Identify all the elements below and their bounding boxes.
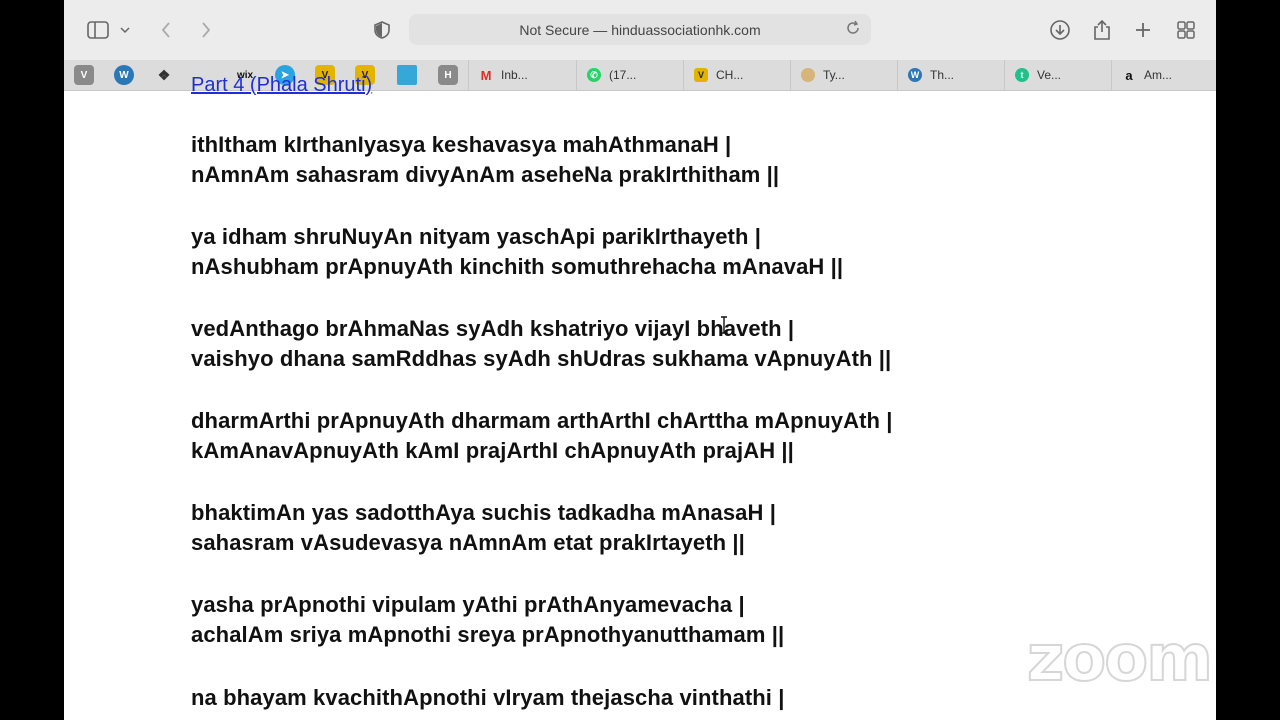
whatsapp-icon: ✆ xyxy=(587,68,601,82)
part-link[interactable]: Part 4 (Phala Shruti) xyxy=(191,74,372,97)
pinned-tab-label: V xyxy=(80,69,88,81)
verse-line: kAmAnavApnuyAth kAmI prajArthI chApnuyAt… xyxy=(191,438,794,463)
back-icon[interactable] xyxy=(154,18,178,42)
shield-icon[interactable] xyxy=(370,18,394,42)
verse-line: sahasram vAsudevasya nAmnAm etat prakIrt… xyxy=(191,530,745,555)
sidebar-icon[interactable] xyxy=(86,18,110,42)
share-icon[interactable] xyxy=(1090,18,1114,42)
verse-line: vedAnthago brAhmaNas syAdh kshatriyo vij… xyxy=(191,316,795,341)
wordpress-icon: W xyxy=(908,68,922,82)
verse-line: nAmnAm sahasram divyAnAm aseheNa prakIrt… xyxy=(191,162,780,187)
pinned-tab-wordpress[interactable]: W xyxy=(114,65,134,85)
verse-line: na bhayam kvachithApnothi vIryam thejasc… xyxy=(191,685,785,710)
tab-label: Ty... xyxy=(823,68,845,82)
verse-line: ya idham shruNuyAn nityam yaschApi parik… xyxy=(191,224,761,249)
amazon-icon: a xyxy=(1125,67,1133,83)
verse-line: nAshubham prApnuyAth kinchith somuthreha… xyxy=(191,254,844,279)
verse-line: yasha prApnothi vipulam yAthi prAthAnyam… xyxy=(191,592,745,617)
pinned-tab-label: H xyxy=(444,69,452,81)
pinned-tab-emblem[interactable]: ❖ xyxy=(154,65,174,85)
reload-icon[interactable] xyxy=(845,20,863,38)
zoom-logo: zoom xyxy=(1026,621,1214,697)
pinned-tab-blue-square[interactable] xyxy=(397,65,417,85)
tab-whatsapp[interactable]: ✆ (17... xyxy=(576,60,683,90)
tab-th[interactable]: W Th... xyxy=(897,60,1004,90)
verse-line: achalAm sriya mApnothi sreya prApnothyan… xyxy=(191,622,785,647)
tab-label: Ve... xyxy=(1037,68,1062,82)
verse-line: dharmArthi prApnuyAth dharmam arthArthI … xyxy=(191,408,893,433)
tab-label: Am... xyxy=(1144,68,1173,82)
tab-label: Th... xyxy=(930,68,955,82)
text-cursor-icon xyxy=(721,316,727,334)
plus-icon[interactable] xyxy=(1131,18,1155,42)
ty-icon xyxy=(801,68,815,82)
emblem-icon: ❖ xyxy=(157,66,171,83)
address-text: Not Secure — hinduassociationhk.com xyxy=(519,21,761,38)
pinned-tab-v[interactable]: V xyxy=(74,65,94,85)
gmail-icon: M xyxy=(480,67,492,83)
tab-label: (17... xyxy=(609,68,637,82)
tab-ve[interactable]: t Ve... xyxy=(1004,60,1111,90)
verse-line: vaishyo dhana samRddhas syAdh shUdras su… xyxy=(191,346,892,371)
tab-ch[interactable]: V CH... xyxy=(683,60,790,90)
chevron-down-icon[interactable] xyxy=(118,18,132,42)
address-bar[interactable]: Not Secure — hinduassociationhk.com xyxy=(409,14,871,45)
v-icon: V xyxy=(694,68,708,82)
forward-icon[interactable] xyxy=(194,18,218,42)
tab-ty[interactable]: Ty... xyxy=(790,60,897,90)
tab-label: CH... xyxy=(716,68,744,82)
tab-gmail[interactable]: M Inb... xyxy=(468,60,576,90)
tab-amazon[interactable]: a Am... xyxy=(1111,60,1216,90)
pinned-tab-h[interactable]: H xyxy=(438,65,458,85)
pinned-tab-label: W xyxy=(119,69,129,81)
tabs-grid-icon[interactable] xyxy=(1174,18,1198,42)
verse-line: bhaktimAn yas sadotthAya suchis tadkadha… xyxy=(191,500,776,525)
browser-window: Not Secure — hinduassociationhk.com V W … xyxy=(64,0,1216,720)
browser-toolbar: Not Secure — hinduassociationhk.com xyxy=(64,0,1216,60)
t-icon: t xyxy=(1015,68,1029,82)
verse-line: ithItham kIrthanIyasya keshavasya mahAth… xyxy=(191,132,732,157)
download-icon[interactable] xyxy=(1048,18,1072,42)
tab-label: Inb... xyxy=(501,68,528,82)
